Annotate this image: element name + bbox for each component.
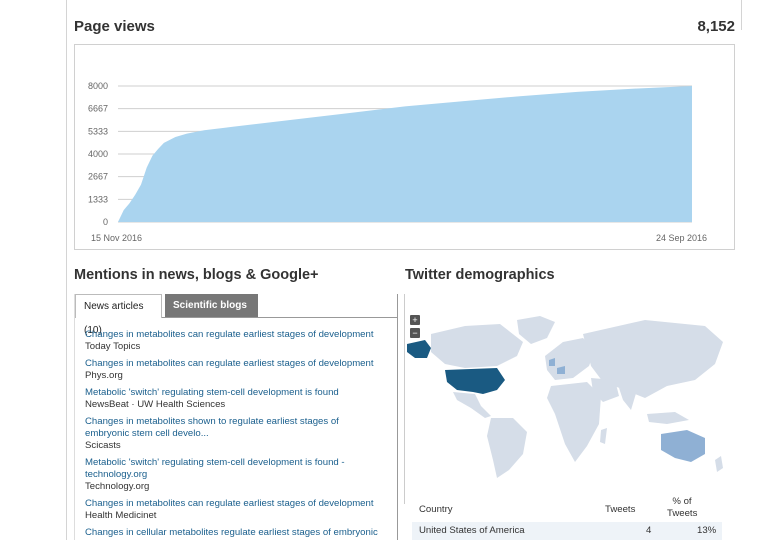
map-australia (661, 430, 705, 462)
mention-source: Phys.org (85, 370, 123, 381)
mention-source: Technology.org (85, 481, 150, 492)
mention-link[interactable]: Changes in cellular metabolites regulate… (85, 527, 385, 539)
y-tick-label: 4000 (88, 149, 108, 159)
mention-link[interactable]: Metabolic 'switch' regulating stem-cell … (85, 457, 385, 481)
mention-link[interactable]: Metabolic 'switch' regulating stem-cell … (85, 387, 385, 399)
mention-link[interactable]: Changes in metabolites can regulate earl… (85, 498, 385, 510)
right-divider (741, 0, 742, 30)
map-alaska (407, 340, 431, 358)
list-item: Changes in cellular metabolites regulate… (85, 527, 385, 539)
page-views-area (118, 86, 692, 222)
map-usa (445, 368, 505, 394)
map-south-america (487, 418, 527, 478)
twitter-country-table: Country Tweets % of Tweets United States… (412, 496, 722, 540)
map-zoom-out-button[interactable]: − (410, 328, 420, 338)
map-india (619, 388, 637, 410)
y-tick-label: 2667 (88, 172, 108, 182)
cell-tweets: 4 (646, 525, 652, 536)
mention-link[interactable]: Changes in metabolites can regulate earl… (85, 329, 385, 341)
page-views-title: Page views (74, 18, 155, 35)
list-item: Changes in metabolites shown to regulate… (85, 416, 385, 452)
map-africa (547, 382, 601, 462)
mention-link[interactable]: Changes in metabolites can regulate earl… (85, 358, 385, 370)
table-header: Country Tweets % of Tweets (412, 496, 722, 522)
mention-source: NewsBeat · UW Health Sciences (85, 399, 226, 410)
col-country[interactable]: Country (419, 504, 453, 515)
list-item: Metabolic 'switch' regulating stem-cell … (85, 387, 385, 411)
map-indonesia (647, 412, 689, 424)
mentions-list: Changes in metabolites can regulate earl… (85, 329, 385, 540)
tab-scientific-blogs[interactable]: Scientific blogs (1) (165, 294, 258, 335)
cell-pct: 13% (697, 525, 717, 536)
mention-link[interactable]: Changes in metabolites shown to regulate… (85, 416, 385, 440)
y-tick-label: 5333 (88, 126, 108, 136)
tab-underline (162, 317, 398, 318)
table-row: United States of America 4 13% (412, 522, 722, 540)
map-zoom-in-button[interactable]: + (410, 315, 420, 325)
twitter-world-map[interactable] (404, 294, 734, 504)
y-tick-label: 0 (103, 217, 108, 227)
y-tick-label: 6667 (88, 104, 108, 114)
page-views-total: 8,152 (697, 18, 735, 35)
map-new-zealand (715, 456, 723, 472)
x-start-label: 15 Nov 2016 (91, 233, 142, 243)
page-views-chart: 8000 6667 5333 4000 2667 1333 0 15 Nov 2016 24 S… (74, 44, 735, 250)
y-tick-label: 1333 (88, 194, 108, 204)
col-pct-tweets[interactable]: % of Tweets (667, 496, 697, 520)
map-greenland (517, 316, 555, 344)
tab-news-articles[interactable]: News articles (10) (75, 294, 162, 336)
mention-source: Today Topics (85, 341, 141, 352)
list-item: Changes in metabolites can regulate earl… (85, 498, 385, 522)
list-item: Metabolic 'switch' regulating stem-cell … (85, 457, 385, 493)
list-item: Changes in metabolites can regulate earl… (85, 358, 385, 382)
y-tick-label: 8000 (88, 81, 108, 91)
page-views-chart-svg: 8000 6667 5333 4000 2667 1333 0 15 Nov 2016 24 S… (88, 81, 707, 243)
col-tweets[interactable]: Tweets (605, 504, 635, 515)
map-canada (431, 324, 523, 368)
list-item: Changes in metabolites can regulate earl… (85, 329, 385, 353)
mention-source: Health Medicinet (85, 510, 157, 521)
twitter-demographics-title: Twitter demographics (405, 267, 555, 283)
cell-country: United States of America (419, 525, 525, 536)
mention-source: Scicasts (85, 440, 121, 451)
left-divider (66, 0, 67, 540)
map-mexico (453, 392, 491, 418)
mentions-title: Mentions in news, blogs & Google+ (74, 267, 319, 283)
map-madagascar (600, 428, 607, 444)
world-map-svg (407, 316, 723, 478)
x-end-label: 24 Sep 2016 (656, 233, 707, 243)
